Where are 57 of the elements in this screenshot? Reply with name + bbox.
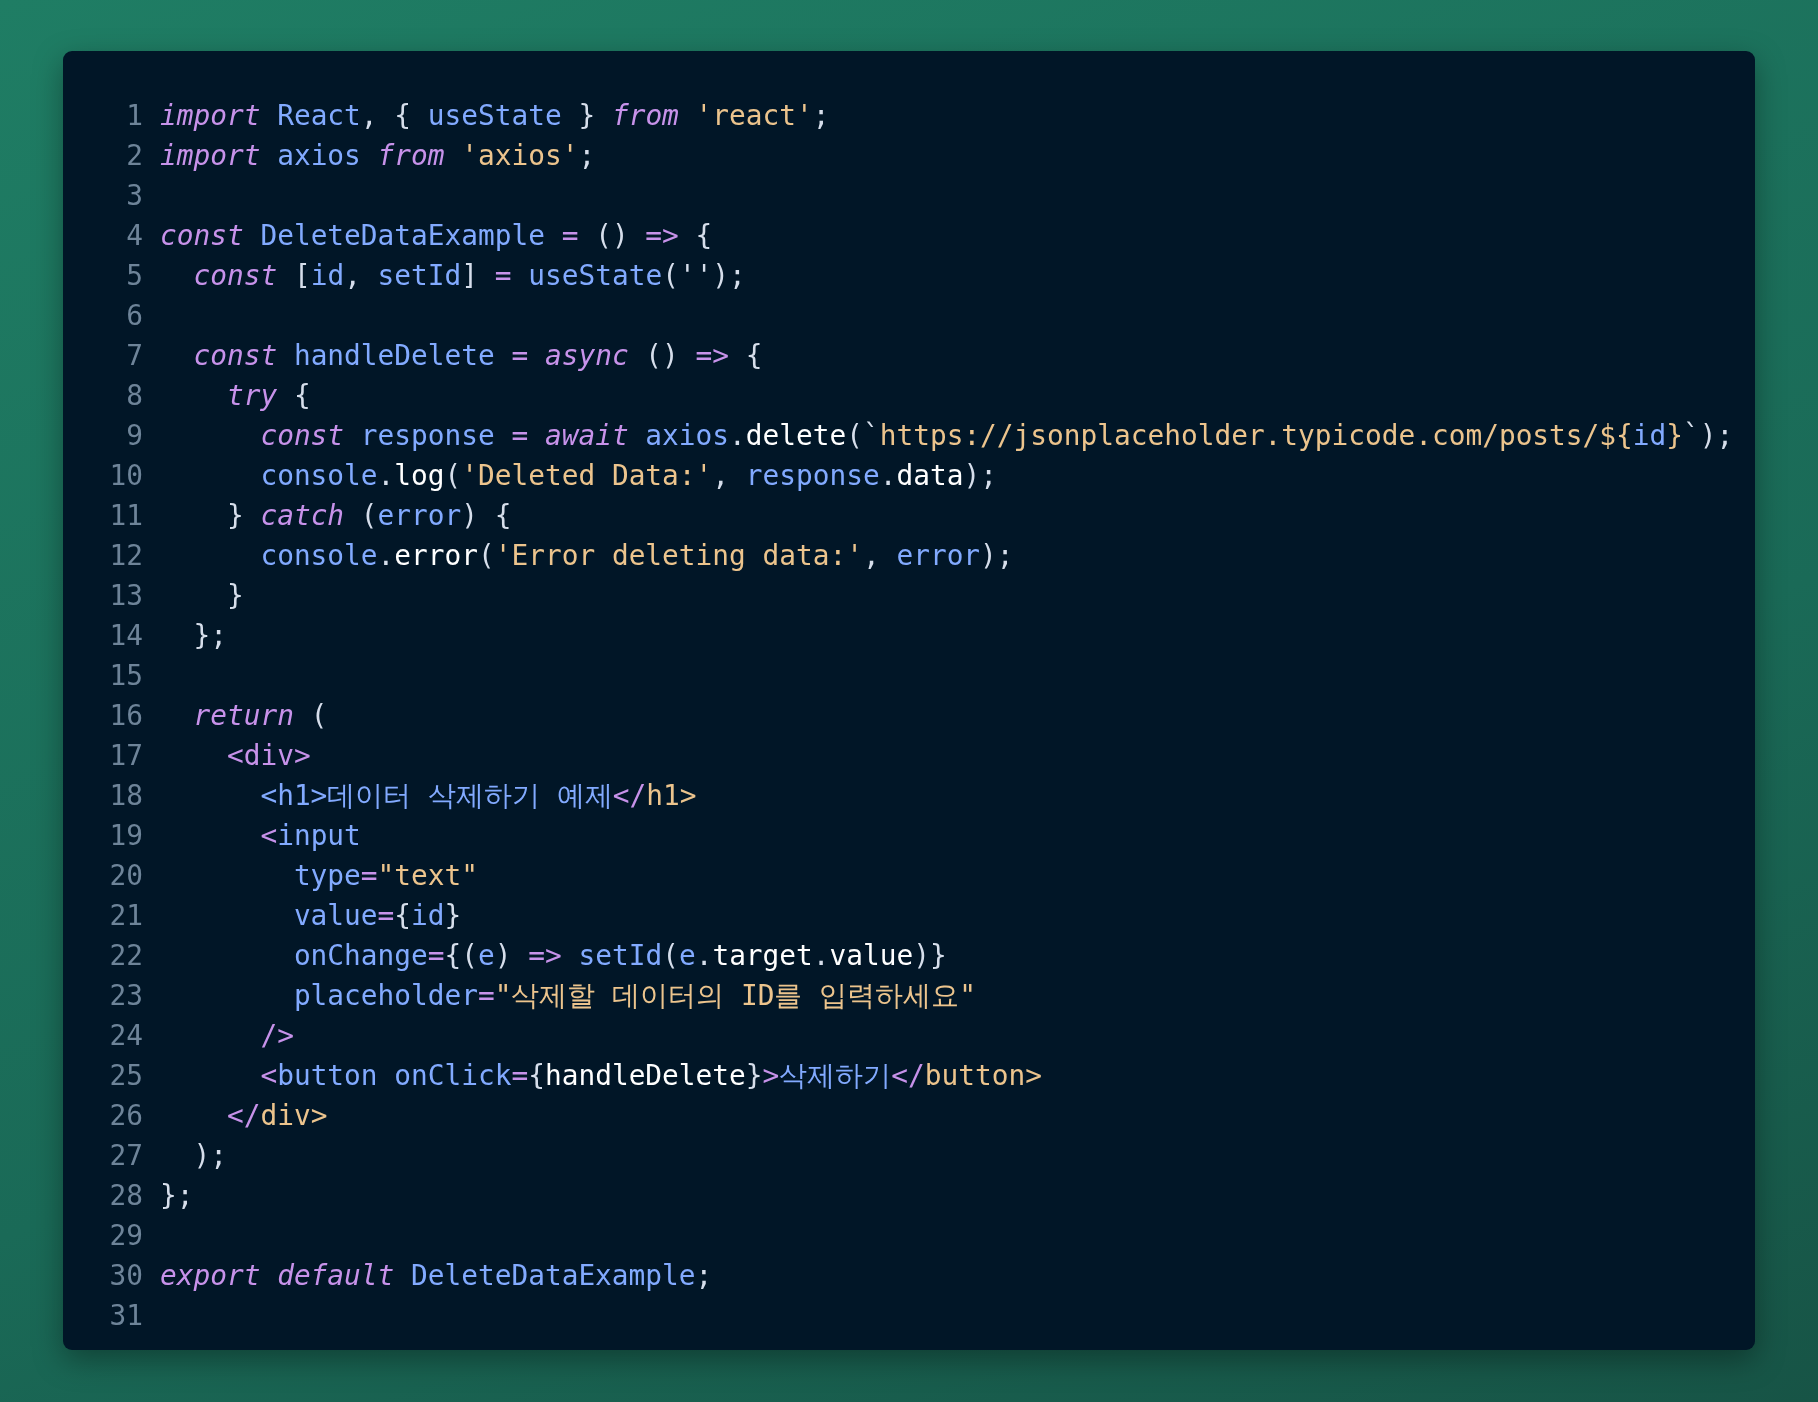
code-line: />: [259, 1018, 294, 1052]
line-number: 25: [108, 1058, 143, 1092]
code-line: } catch (error) {: [225, 498, 512, 532]
code-line: console.log('Deleted Data:', response.data);: [259, 458, 997, 492]
line-number: 31: [108, 1298, 143, 1332]
code-line: <div>: [225, 738, 311, 772]
line-number: 6: [125, 298, 143, 332]
line-number: 2: [125, 138, 143, 172]
code-line: };: [192, 618, 227, 652]
code-line: import React, { useState } from 'react';: [160, 98, 830, 132]
code-line: </div>: [225, 1098, 328, 1132]
code-line: export default DeleteDataExample;: [160, 1258, 713, 1292]
line-number: 21: [108, 898, 143, 932]
code-line: type="text": [292, 858, 478, 892]
line-number: 19: [108, 818, 143, 852]
line-number: 22: [108, 938, 143, 972]
line-number: 9: [125, 418, 143, 452]
line-number: 3: [125, 178, 143, 212]
line-number: 4: [125, 218, 143, 252]
line-number: 24: [108, 1018, 143, 1052]
code-line: const handleDelete = async () => {: [192, 338, 763, 372]
code-line: <button onClick={handleDelete}>삭제하기</button>: [259, 1057, 1042, 1094]
line-number: 15: [108, 658, 143, 692]
line-number: 7: [125, 338, 143, 372]
code-line: <input: [259, 818, 361, 852]
code-line: console.error('Error deleting data:', error);: [259, 538, 1014, 572]
code-line: const DeleteDataExample = () => {: [160, 218, 713, 252]
line-number: 5: [125, 258, 143, 292]
line-number: 10: [108, 458, 143, 492]
code-line: }: [225, 578, 244, 612]
line-number: 14: [108, 618, 143, 652]
line-number: 11: [108, 498, 143, 532]
code-line: return (: [192, 698, 328, 732]
code-line: const [id, setId] = useState('');: [192, 258, 746, 292]
line-number: 1: [125, 98, 143, 132]
line-number: 13: [108, 578, 143, 612]
code-line: placeholder="삭제할 데이터의 ID를 입력하세요": [292, 977, 976, 1014]
line-number: 29: [108, 1218, 143, 1252]
line-number: 28: [108, 1178, 143, 1212]
line-number: 26: [108, 1098, 143, 1132]
code-line: try {: [225, 378, 311, 412]
code-line: value={id}: [292, 898, 462, 932]
line-number: 8: [125, 378, 143, 412]
line-number: 20: [108, 858, 143, 892]
code-line: <h1>데이터 삭제하기 예제</h1>: [259, 777, 697, 814]
line-number: 12: [108, 538, 143, 572]
line-number: 30: [108, 1258, 143, 1292]
code-line: import axios from 'axios';: [160, 138, 596, 172]
code-line: onChange={(e) => setId(e.target.value)}: [292, 938, 947, 972]
line-number: 27: [108, 1138, 143, 1172]
line-number: 23: [108, 978, 143, 1012]
line-number: 16: [108, 698, 143, 732]
code-line: };: [160, 1178, 194, 1212]
line-number: 17: [108, 738, 143, 772]
code-line: );: [192, 1138, 227, 1172]
code-line: const response = await axios.delete(`https://jsonplaceholder.typicode.com/posts/${id}`);: [259, 418, 1734, 452]
line-number: 18: [108, 778, 143, 812]
